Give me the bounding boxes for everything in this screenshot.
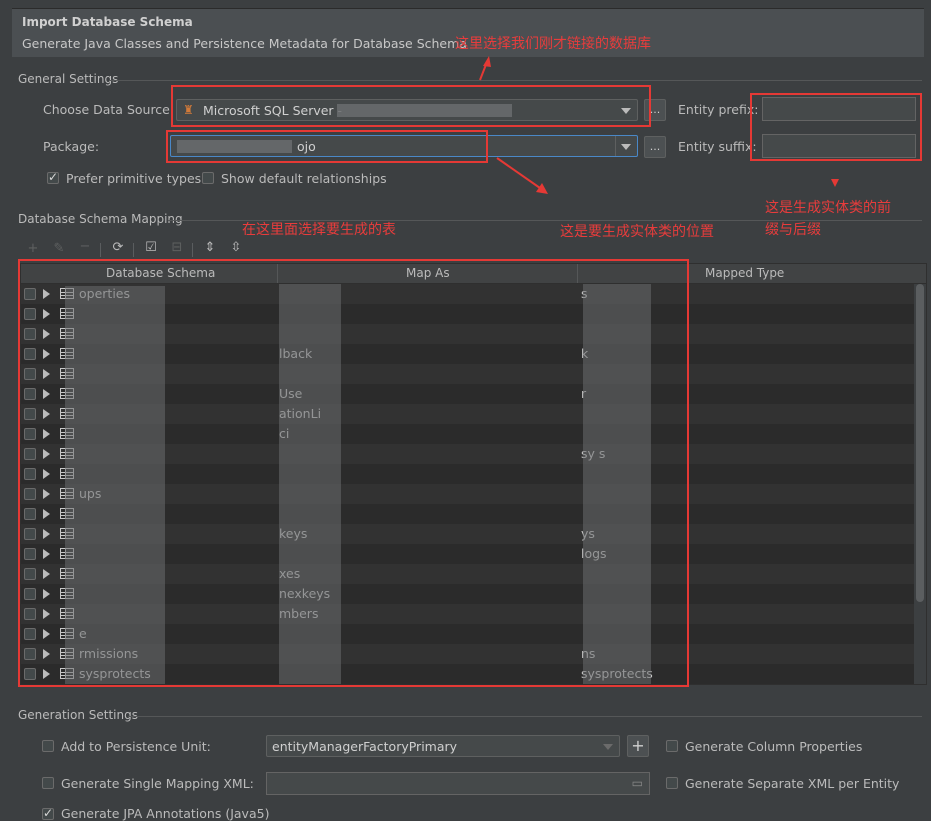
arrowhead-prefix-suffix xyxy=(831,179,839,187)
arrowhead-datasource xyxy=(483,56,491,67)
arrowhead-package xyxy=(536,183,548,194)
annotation-arrows xyxy=(479,56,839,194)
arrow-line-package xyxy=(496,157,541,189)
